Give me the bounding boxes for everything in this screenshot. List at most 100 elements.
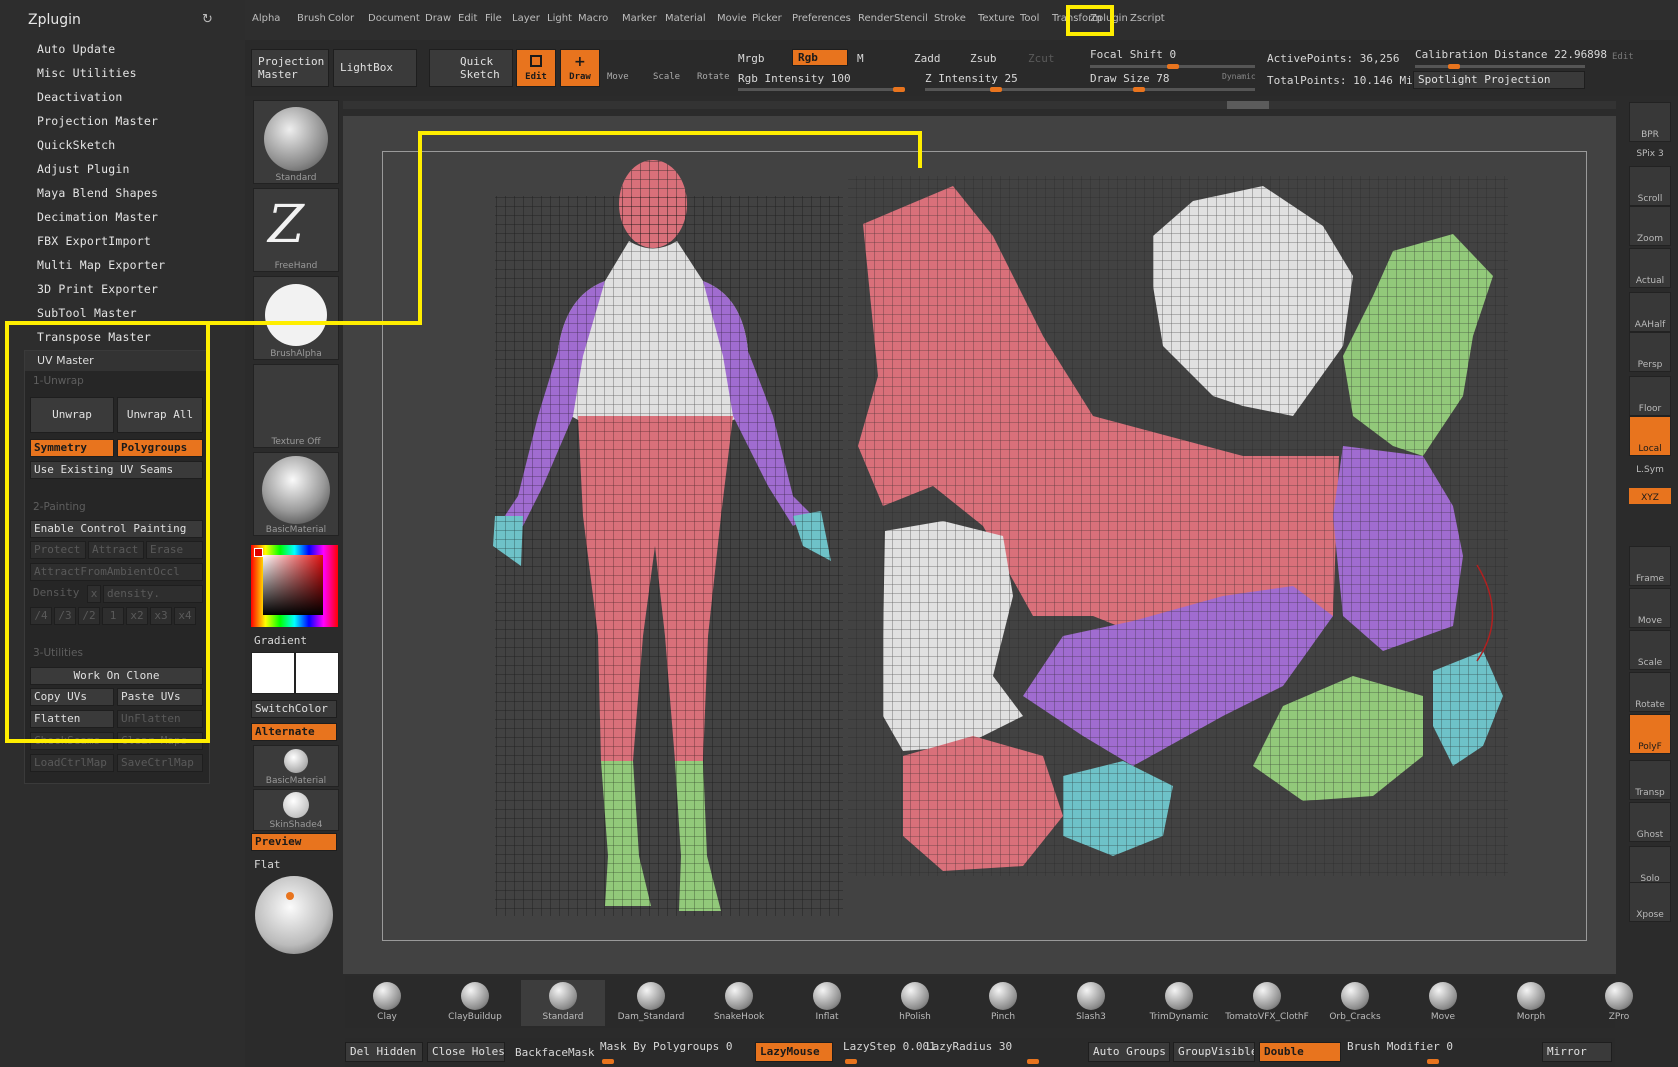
scale-mode-button[interactable]: Scale <box>653 72 680 82</box>
focal-shift-slider[interactable]: Focal Shift 0 <box>1090 48 1176 61</box>
projection-master-button[interactable]: Projection Master <box>251 49 329 87</box>
shelf-transp-button[interactable]: Transp <box>1629 760 1671 800</box>
skinshade-thumb[interactable]: SkinShade4 <box>253 789 339 831</box>
light-sphere[interactable] <box>255 876 333 954</box>
preview-button[interactable]: Preview <box>251 833 337 851</box>
backfacemask-toggle[interactable]: BackfaceMask <box>515 1046 594 1059</box>
plugin-adjust-plugin[interactable]: Adjust Plugin <box>37 162 130 176</box>
calibration-knob[interactable] <box>1448 64 1460 69</box>
brush-hpolish[interactable]: hPolish <box>873 980 957 1026</box>
alternate-button[interactable]: Alternate <box>251 723 337 741</box>
menu-file[interactable]: File <box>485 13 502 24</box>
canvas-scrollbar-thumb[interactable] <box>1227 101 1269 109</box>
rgb-intensity-slider[interactable]: Rgb Intensity 100 <box>738 72 851 85</box>
brush-modifier-slider[interactable]: Brush Modifier 0 <box>1347 1040 1453 1053</box>
plugin-multi-map-exporter[interactable]: Multi Map Exporter <box>37 258 165 272</box>
plugin-deactivation[interactable]: Deactivation <box>37 90 122 104</box>
double-button[interactable]: Double <box>1259 1042 1341 1062</box>
lazystep-slider[interactable]: LazyStep 0.001 <box>843 1040 936 1053</box>
rgb-intensity-knob[interactable] <box>893 87 905 92</box>
menu-layer[interactable]: Layer <box>512 13 540 24</box>
brush-morph[interactable]: Morph <box>1489 980 1573 1026</box>
menu-preferences[interactable]: Preferences <box>792 13 851 24</box>
rotate-mode-button[interactable]: Rotate <box>697 72 730 82</box>
primary-color-swatch[interactable] <box>254 548 263 557</box>
lazyradius-knob[interactable] <box>1027 1059 1039 1064</box>
plugin-misc-utilities[interactable]: Misc Utilities <box>37 66 137 80</box>
dynamic-toggle[interactable]: Dynamic <box>1222 72 1256 81</box>
plugin-maya-blend-shapes[interactable]: Maya Blend Shapes <box>37 186 158 200</box>
menu-stroke[interactable]: Stroke <box>934 13 966 24</box>
menu-texture[interactable]: Texture <box>978 13 1015 24</box>
shelf-solo-button[interactable]: Solo <box>1629 846 1671 886</box>
menu-edit[interactable]: Edit <box>458 13 477 24</box>
loadctrlmap-button[interactable]: LoadCtrlMap <box>30 754 114 772</box>
draw-size-knob[interactable] <box>1133 87 1145 92</box>
brush-slash3[interactable]: Slash3 <box>1049 980 1133 1026</box>
brush-move[interactable]: Move <box>1401 980 1485 1026</box>
brush-orb-cracks[interactable]: Orb_Cracks <box>1313 980 1397 1026</box>
shelf-zoom-button[interactable]: Zoom <box>1629 206 1671 246</box>
texture-thumb[interactable]: Texture Off <box>253 364 339 448</box>
switchcolor-button[interactable]: SwitchColor <box>251 700 337 718</box>
quick-sketch-button[interactable]: Quick Sketch <box>429 49 513 87</box>
brush-dam-standard[interactable]: Dam_Standard <box>609 980 693 1026</box>
lightbox-button[interactable]: LightBox <box>333 49 417 87</box>
rgb-button[interactable]: Rgb <box>792 49 848 66</box>
spotlight-projection-button[interactable]: Spotlight Projection <box>1413 71 1585 89</box>
menu-picker[interactable]: Picker <box>752 13 782 24</box>
shelf-bpr-button[interactable]: BPR <box>1629 102 1671 142</box>
plugin-quicksketch[interactable]: QuickSketch <box>37 138 115 152</box>
menu-macro[interactable]: Macro <box>578 13 608 24</box>
move-mode-button[interactable]: Move <box>607 72 629 82</box>
savectrlmap-button[interactable]: SaveCtrlMap <box>117 754 203 772</box>
edit-small-button[interactable]: Edit <box>1612 52 1634 62</box>
menu-zscript[interactable]: Zscript <box>1130 13 1165 24</box>
menu-alpha[interactable]: Alpha <box>252 13 280 24</box>
groupvisible-button[interactable]: GroupVisible <box>1173 1042 1255 1062</box>
del-hidden-button[interactable]: Del Hidden <box>345 1042 423 1062</box>
m-button[interactable]: M <box>857 52 864 65</box>
menu-light[interactable]: Light <box>547 13 572 24</box>
zadd-button[interactable]: Zadd <box>914 52 941 65</box>
brush-pinch[interactable]: Pinch <box>961 980 1045 1026</box>
brush-trimdynamic[interactable]: TrimDynamic <box>1137 980 1221 1026</box>
lazystep-knob[interactable] <box>845 1059 857 1064</box>
shelf-local-button[interactable]: Local <box>1629 416 1671 456</box>
shelf-xyz-button[interactable]: XYZ <box>1629 488 1671 504</box>
zsub-button[interactable]: Zsub <box>970 52 997 65</box>
material-thumb-2[interactable]: BasicMaterial <box>253 745 339 787</box>
shelf-polyf-button[interactable]: PolyF <box>1629 714 1671 754</box>
light-position-marker[interactable] <box>286 892 294 900</box>
draw-size-slider[interactable]: Draw Size 78 <box>1090 72 1169 85</box>
menu-render[interactable]: Render <box>858 13 894 24</box>
brush-tomatovfx-clothf[interactable]: TomatoVFX_ClothF <box>1225 980 1309 1026</box>
brush-clay[interactable]: Clay <box>345 980 429 1026</box>
shelf-actual-button[interactable]: Actual <box>1629 248 1671 288</box>
color-square[interactable] <box>263 555 323 615</box>
shelf-rotate-button[interactable]: Rotate <box>1629 672 1671 712</box>
calibration-distance-slider[interactable]: Calibration Distance 22.96898 <box>1415 48 1607 61</box>
auto-groups-button[interactable]: Auto Groups <box>1088 1042 1170 1062</box>
mask-by-polygroups-slider[interactable]: Mask By Polygroups 0 <box>600 1040 732 1053</box>
shelf-scale-button[interactable]: Scale <box>1629 630 1671 670</box>
brush-snakehook[interactable]: SnakeHook <box>697 980 781 1026</box>
menu-material[interactable]: Material <box>665 13 706 24</box>
focal-shift-knob[interactable] <box>1167 64 1179 69</box>
shelf-persp-button[interactable]: Persp <box>1629 332 1671 372</box>
menu-stencil[interactable]: Stencil <box>894 13 928 24</box>
main-color-swatch[interactable] <box>251 652 295 694</box>
shelf-move-button[interactable]: Move <box>1629 588 1671 628</box>
z-intensity-slider[interactable]: Z Intensity 25 <box>925 72 1018 85</box>
shelf-scroll-button[interactable]: Scroll <box>1629 166 1671 206</box>
plugin-3d-print-exporter[interactable]: 3D Print Exporter <box>37 282 158 296</box>
brush-standard[interactable]: Standard <box>521 980 605 1026</box>
mirror-button[interactable]: Mirror <box>1542 1042 1612 1062</box>
brush-modifier-knob[interactable] <box>1427 1059 1439 1064</box>
menu-document[interactable]: Document <box>368 13 420 24</box>
shelf-xpose-button[interactable]: Xpose <box>1629 882 1671 922</box>
shelf-l-sym-button[interactable]: L.Sym <box>1629 460 1671 476</box>
shelf-ghost-button[interactable]: Ghost <box>1629 802 1671 842</box>
z-intensity-knob[interactable] <box>990 87 1002 92</box>
close-holes-button[interactable]: Close Holes <box>427 1042 505 1062</box>
